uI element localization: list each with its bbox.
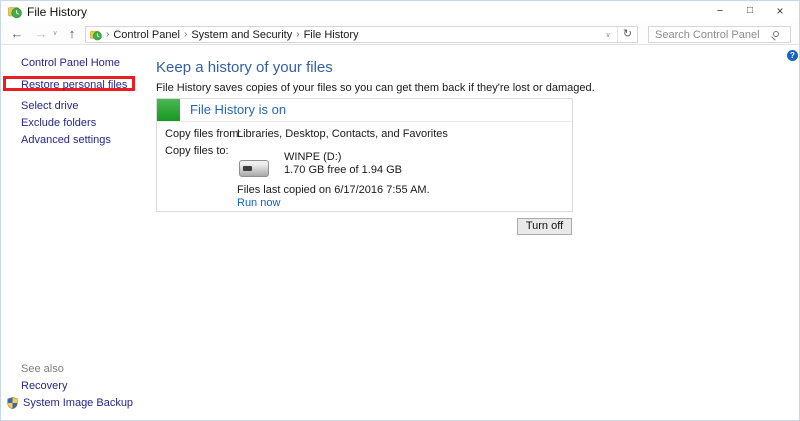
breadcrumb-item-system-and-security[interactable]: System and Security bbox=[191, 29, 292, 41]
address-bar[interactable]: › Control Panel › System and Security › … bbox=[85, 26, 638, 43]
copy-from-value: Libraries, Desktop, Contacts, and Favori… bbox=[237, 128, 448, 140]
sidebar-item-restore-personal-files[interactable]: Restore personal files bbox=[21, 79, 127, 91]
navigation-toolbar: ← → ∨ ↑ › Control Panel › System and Sec… bbox=[1, 23, 799, 45]
sidebar-item-control-panel-home[interactable]: Control Panel Home bbox=[21, 57, 120, 69]
breadcrumb-separator-icon: › bbox=[184, 29, 188, 40]
file-history-window: File History − □ × ← → ∨ ↑ › Control Pan… bbox=[0, 0, 800, 421]
status-panel-header: File History is on bbox=[157, 99, 572, 122]
breadcrumb-separator-icon: › bbox=[296, 29, 300, 40]
drive-icon bbox=[239, 160, 269, 177]
file-history-app-icon bbox=[8, 7, 22, 19]
turn-off-button[interactable]: Turn off bbox=[517, 218, 572, 235]
address-dropdown-icon[interactable]: ∨ bbox=[599, 31, 617, 39]
last-copied-text: Files last copied on 6/17/2016 7:55 AM. bbox=[237, 184, 430, 196]
page-title: Keep a history of your files bbox=[156, 59, 333, 76]
help-button[interactable]: ? bbox=[787, 50, 798, 61]
page-description: File History saves copies of your files … bbox=[156, 82, 595, 94]
recent-pages-dropdown-icon[interactable]: ∨ bbox=[49, 23, 61, 45]
title-bar: File History − □ × bbox=[1, 1, 799, 23]
uac-shield-icon bbox=[7, 397, 18, 410]
file-history-status-panel: File History is on Copy files from: Libr… bbox=[156, 98, 573, 212]
sidebar-item-advanced-settings[interactable]: Advanced settings bbox=[21, 134, 111, 146]
sidebar-item-select-drive[interactable]: Select drive bbox=[21, 100, 78, 112]
up-button[interactable]: ↑ bbox=[63, 23, 81, 45]
breadcrumb-item-file-history[interactable]: File History bbox=[304, 29, 359, 41]
back-button[interactable]: ← bbox=[7, 23, 27, 45]
refresh-icon[interactable]: ↻ bbox=[617, 27, 637, 42]
search-box[interactable] bbox=[648, 26, 791, 43]
breadcrumb-item-control-panel[interactable]: Control Panel bbox=[113, 29, 180, 41]
minimize-button[interactable]: − bbox=[705, 1, 735, 23]
drive-name: WINPE (D:) bbox=[284, 151, 342, 163]
status-title: File History is on bbox=[190, 102, 287, 117]
search-icon[interactable] bbox=[773, 31, 779, 37]
copy-to-label: Copy files to: bbox=[165, 145, 229, 157]
sidebar-item-recovery[interactable]: Recovery bbox=[21, 380, 67, 392]
file-history-icon bbox=[90, 30, 102, 40]
maximize-button[interactable]: □ bbox=[735, 1, 765, 23]
search-input[interactable] bbox=[649, 27, 769, 42]
drive-space: 1.70 GB free of 1.94 GB bbox=[284, 164, 403, 176]
window-title: File History bbox=[27, 5, 88, 19]
status-on-indicator bbox=[157, 99, 180, 121]
copy-from-label: Copy files from: bbox=[165, 128, 242, 140]
breadcrumb-separator-icon: › bbox=[106, 29, 110, 40]
close-button[interactable]: × bbox=[765, 1, 795, 23]
sidebar-item-system-image-backup[interactable]: System Image Backup bbox=[23, 397, 133, 409]
forward-button[interactable]: → bbox=[31, 23, 51, 45]
see-also-label: See also bbox=[21, 363, 64, 375]
run-now-link[interactable]: Run now bbox=[237, 197, 280, 209]
sidebar-item-exclude-folders[interactable]: Exclude folders bbox=[21, 117, 96, 129]
